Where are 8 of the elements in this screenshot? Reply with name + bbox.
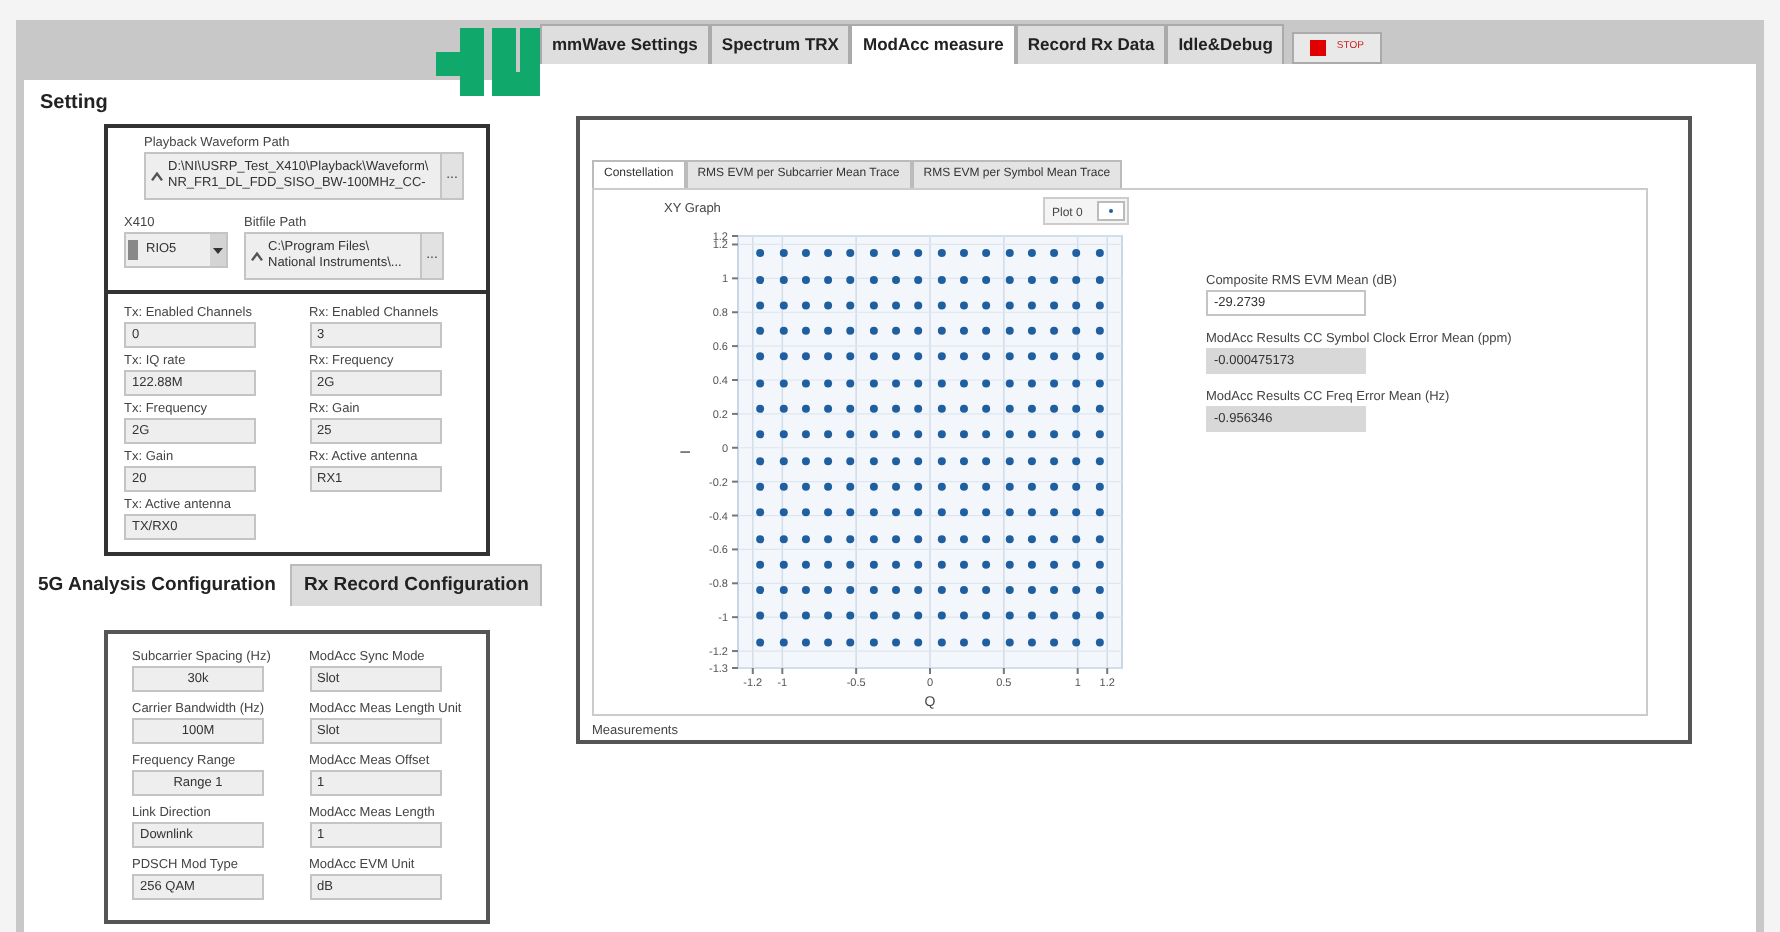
tab[interactable]: Record Rx Data <box>1015 24 1167 64</box>
tab[interactable]: Rx Record Configuration <box>289 564 543 607</box>
tab[interactable]: ModAcc measure <box>850 24 1016 64</box>
tab[interactable]: mmWave Settings <box>540 24 710 64</box>
tab[interactable]: 5G Analysis Configuration <box>24 564 290 607</box>
panel-title: Setting <box>38 90 110 118</box>
tab[interactable]: Idle&Debug <box>1166 24 1285 64</box>
tab[interactable]: Spectrum TRX <box>709 24 851 64</box>
